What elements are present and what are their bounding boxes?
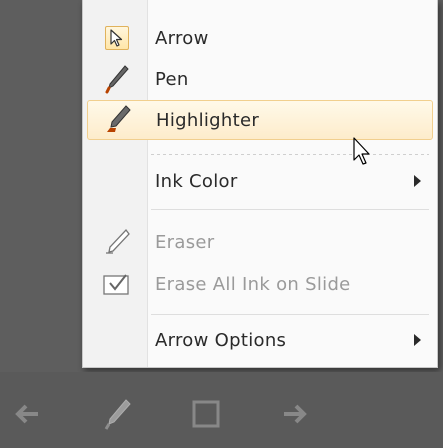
menu-item-arrow-options[interactable]: Arrow Options [87,320,433,360]
menu-item-label: Pen [155,68,189,90]
menu-separator [151,154,429,155]
pointer-options-context-menu: Arrow Pen Highlighter Ink Color Eraser E… [82,0,438,368]
next-arrow-icon[interactable] [274,394,314,434]
menu-item-highlighter[interactable]: Highlighter [87,100,433,140]
checked-indicator [105,26,129,50]
menu-item-label: Arrow Options [155,329,287,351]
menu-item-ink-color[interactable]: Ink Color [87,161,433,201]
menu-item-label: Ink Color [155,170,238,192]
pen-tool-icon[interactable] [98,394,138,434]
mouse-cursor-icon [353,137,370,165]
highlighter-icon [88,100,148,140]
menu-item-label: Eraser [155,231,215,253]
menu-item-pen[interactable]: Pen [87,59,433,99]
slide-menu-icon[interactable] [186,394,226,434]
erase-all-icon [87,264,147,304]
submenu-arrow-icon [414,175,421,187]
menu-item-label: Highlighter [156,109,260,131]
previous-arrow-icon[interactable] [8,394,48,434]
slideshow-toolbar [0,372,443,448]
menu-item-erase-all-ink[interactable]: Erase All Ink on Slide [87,264,433,304]
pen-icon [87,59,147,99]
submenu-arrow-icon [414,334,421,346]
menu-item-label: Erase All Ink on Slide [155,273,351,295]
arrow-pointer-icon [87,18,147,58]
menu-separator [151,314,429,315]
menu-item-label: Arrow [155,27,209,49]
eraser-icon [87,222,147,262]
menu-item-arrow[interactable]: Arrow [87,18,433,58]
menu-item-eraser[interactable]: Eraser [87,222,433,262]
menu-separator [151,209,429,210]
